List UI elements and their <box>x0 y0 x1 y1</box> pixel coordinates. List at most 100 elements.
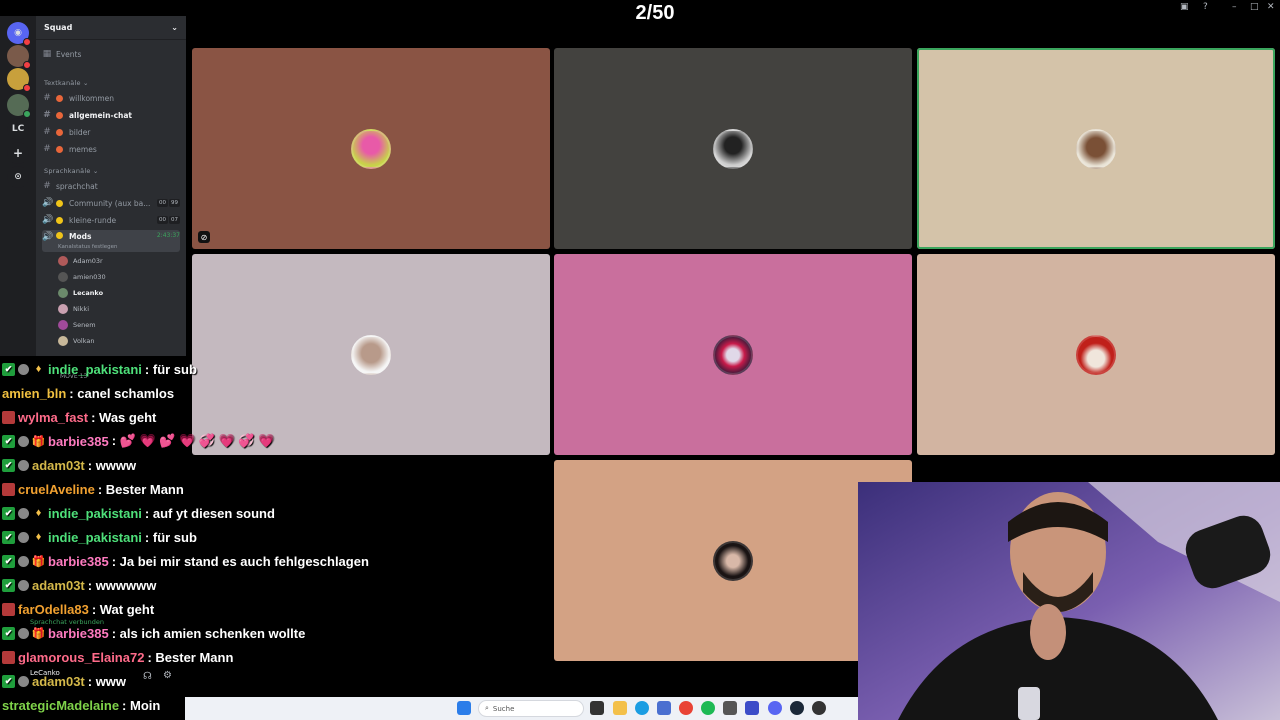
settings-gear-icon[interactable]: ⚙ <box>163 670 172 681</box>
channel-status[interactable]: Kanalstatus festlegen <box>58 244 118 250</box>
steam-icon[interactable] <box>790 701 804 715</box>
channel-allgemein-chat[interactable]: # allgemein-chat <box>42 108 180 122</box>
windows-start-icon[interactable] <box>457 701 471 715</box>
circ-badge-icon <box>18 459 29 471</box>
chat-username[interactable]: barbie385 <box>48 626 109 641</box>
spotify-icon[interactable] <box>701 701 715 715</box>
check-badge-icon: ✔ <box>2 626 15 640</box>
server-name: Squad <box>44 23 73 32</box>
chrome-icon[interactable] <box>679 701 693 715</box>
discord-home-icon[interactable]: ◉ <box>7 22 31 46</box>
video-tile[interactable] <box>917 254 1275 455</box>
calendar-icon: ▦ <box>42 49 52 59</box>
voice-member[interactable]: Volkan <box>58 334 94 348</box>
circ-badge-icon <box>18 555 29 567</box>
video-tile[interactable] <box>554 48 912 249</box>
channel-label: memes <box>69 144 97 154</box>
server-icon[interactable] <box>7 45 31 69</box>
server-icon-squad[interactable] <box>7 94 31 118</box>
chat-message: strategicMadelaine : Moin <box>2 694 160 716</box>
check-badge-icon: ✔ <box>2 434 15 448</box>
video-tile[interactable] <box>554 254 912 455</box>
channel-label: Mods <box>69 232 92 241</box>
chat-username[interactable]: adam03t <box>32 578 85 593</box>
check-badge-icon: ✔ <box>2 362 15 376</box>
discover-icon[interactable]: ⊙ <box>7 166 29 188</box>
windows-taskbar: ⌕ Suche <box>185 697 858 720</box>
check-badge-icon: ✔ <box>2 506 15 520</box>
edge-icon[interactable] <box>635 701 649 715</box>
voice-channel-sprachchat[interactable]: # sprachchat <box>42 179 180 193</box>
chat-username[interactable]: amien_bln <box>2 386 66 401</box>
voice-member[interactable]: Lecanko <box>58 286 103 300</box>
participant-avatar <box>351 128 391 169</box>
channel-willkommen[interactable]: # willkommen <box>42 91 180 105</box>
taskview-icon[interactable] <box>590 701 604 715</box>
channel-memes[interactable]: # memes <box>42 142 180 156</box>
chat-message: farOdella83 : Wat geht <box>2 598 154 620</box>
chat-message: ✔ adam03t : www <box>2 670 126 692</box>
server-icon-lc[interactable]: LC <box>7 118 29 140</box>
voice-member[interactable]: amien030 <box>58 270 106 284</box>
help-icon[interactable]: ? <box>1203 2 1208 12</box>
speaker-icon: 🔊 <box>42 198 54 208</box>
chat-username[interactable]: strategicMadelaine <box>2 698 119 713</box>
search-placeholder: Suche <box>492 704 515 713</box>
red-badge-icon <box>2 410 15 424</box>
gem-badge-icon: ♦ <box>35 363 42 375</box>
video-tile[interactable]: ⊘ <box>192 48 550 249</box>
file-explorer-icon[interactable] <box>613 701 627 715</box>
voice-member[interactable]: Senem <box>58 318 96 332</box>
chat-username[interactable]: adam03t <box>32 458 85 473</box>
text-category[interactable]: Textkanäle ⌄ <box>44 79 89 87</box>
chat-username[interactable]: wylma_fast <box>18 410 88 425</box>
chat-username[interactable]: farOdella83 <box>18 602 89 617</box>
channel-label: willkommen <box>69 93 115 103</box>
chat-message: cruelAveline : Bester Mann <box>2 478 184 500</box>
minimize-icon[interactable]: – <box>1232 2 1237 12</box>
chat-text: : wwww <box>87 457 137 473</box>
events-item[interactable]: ▦ Events <box>42 47 180 61</box>
chat-username[interactable]: cruelAveline <box>18 482 95 497</box>
voice-channel-kleine-runde[interactable]: 🔊 kleine-runde 00 07 <box>42 213 180 227</box>
app-icon[interactable] <box>723 701 737 715</box>
obs-icon[interactable] <box>812 701 826 715</box>
participant-avatar <box>1076 334 1116 375</box>
hash-icon: # <box>43 127 51 137</box>
participant-avatar <box>713 128 753 169</box>
channel-sidebar: Squad ⌄ ▦ Events Textkanäle ⌄ # willkomme… <box>36 16 186 356</box>
circ-badge-icon <box>18 363 29 375</box>
server-icon[interactable] <box>7 68 31 92</box>
voice-member[interactable]: Adam03r <box>58 254 103 268</box>
chat-username[interactable]: barbie385 <box>48 434 109 449</box>
chat-username[interactable]: indie_pakistani <box>48 362 142 377</box>
close-icon[interactable]: ✕ <box>1267 2 1275 12</box>
add-server-icon[interactable]: + <box>7 142 29 164</box>
voice-category[interactable]: Sprachkanäle ⌄ <box>44 167 98 175</box>
hash-icon: # <box>43 110 51 120</box>
taskbar-search[interactable]: ⌕ Suche <box>478 700 584 717</box>
chat-message: glamorous_Elaina72 : Bester Mann <box>2 646 233 668</box>
voice-channel-community[interactable]: 🔊 Community (aux ba... 00 99 <box>42 196 180 210</box>
channel-bilder[interactable]: # bilder <box>42 125 180 139</box>
headphones-icon[interactable]: ☊ <box>143 671 152 682</box>
chat-username[interactable]: glamorous_Elaina72 <box>18 650 144 665</box>
events-label: Events <box>56 49 82 59</box>
vegas-icon[interactable] <box>745 701 759 715</box>
chat-username[interactable]: indie_pakistani <box>48 506 142 521</box>
store-icon[interactable] <box>657 701 671 715</box>
chat-message: ✔ ♦ indie_pakistani : für sub <box>2 358 197 380</box>
video-tile[interactable] <box>192 254 550 455</box>
server-header[interactable]: Squad ⌄ <box>36 16 186 40</box>
discord-icon[interactable] <box>768 701 782 715</box>
chat-username[interactable]: adam03t <box>32 674 85 689</box>
maximize-icon[interactable]: □ <box>1250 2 1259 12</box>
video-tile-speaking[interactable] <box>917 48 1275 249</box>
voice-member[interactable]: Nikki <box>58 302 89 316</box>
red-badge-icon <box>2 650 15 664</box>
channel-label: kleine-runde <box>69 215 117 225</box>
inbox-icon[interactable]: ▣ <box>1180 2 1189 12</box>
chat-username[interactable]: barbie385 <box>48 554 109 569</box>
chat-username[interactable]: indie_pakistani <box>48 530 142 545</box>
participant-avatar <box>713 334 753 375</box>
